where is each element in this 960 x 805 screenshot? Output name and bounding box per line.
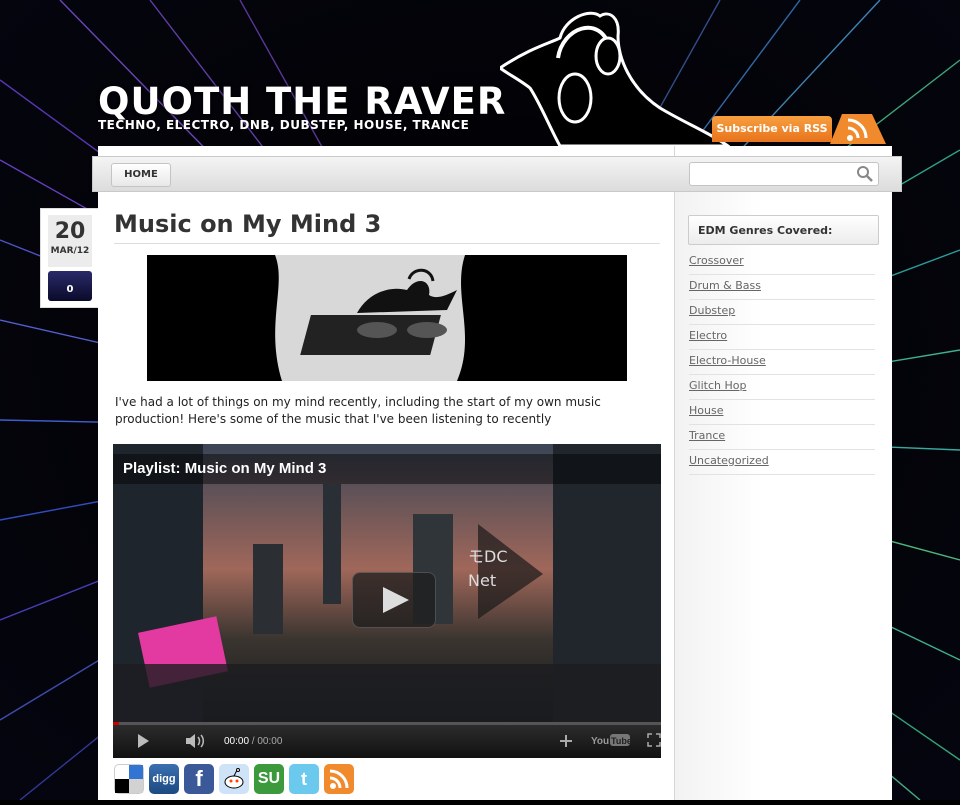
fullscreen-icon[interactable]: [647, 733, 661, 747]
delicious-icon[interactable]: [114, 764, 144, 794]
facebook-icon[interactable]: f: [184, 764, 214, 794]
category-link[interactable]: Electro-House: [689, 350, 875, 375]
main-navigation: HOME: [92, 156, 902, 192]
youtube-logo-icon[interactable]: You Tube: [591, 732, 631, 748]
video-title-bar: Playlist: Music on My Mind 3: [113, 454, 661, 484]
svg-text:モDC: モDC: [468, 547, 508, 566]
site-title[interactable]: QUOTH THE RAVER: [98, 80, 506, 123]
reddit-icon[interactable]: [219, 764, 249, 794]
play-icon: [383, 587, 409, 613]
site-tagline: TECHNO, ELECTRO, DNB, DUBSTEP, HOUSE, TR…: [98, 118, 470, 132]
stumbleupon-icon[interactable]: SU: [254, 764, 284, 794]
category-link[interactable]: Trance: [689, 425, 875, 450]
sidebar-divider: [674, 146, 675, 800]
svg-text:Net: Net: [468, 571, 496, 590]
category-link[interactable]: Crossover: [689, 250, 875, 275]
svg-text:You: You: [591, 736, 609, 747]
rss-waves: [329, 769, 349, 789]
category-link[interactable]: Dubstep: [689, 300, 875, 325]
digg-icon[interactable]: digg: [149, 764, 179, 794]
rss-large-icon: [830, 114, 886, 144]
post-title[interactable]: Music on My Mind 3: [114, 210, 381, 238]
video-progress-bar[interactable]: [113, 722, 661, 725]
post-featured-image: [147, 255, 627, 381]
widget-title-text: EDM Genres Covered:: [698, 224, 833, 237]
post-title-divider: [114, 243, 660, 244]
search-icon[interactable]: [856, 165, 874, 183]
video-control-bar: 00:00 / 00:00 You Tube: [113, 722, 661, 758]
svg-text:Tube: Tube: [611, 736, 631, 746]
video-play-overlay-button[interactable]: [352, 572, 436, 628]
youtube-video-player[interactable]: モDC Net Playlist: Music on My Mind 3 00:…: [113, 444, 661, 758]
category-link[interactable]: Electro: [689, 325, 875, 350]
category-list: Crossover Drum & Bass Dubstep Electro El…: [689, 250, 875, 475]
video-duration: 00:00: [257, 736, 283, 747]
raver-mascot-logo: [500, 11, 730, 148]
category-link[interactable]: Drum & Bass: [689, 275, 875, 300]
rss-icon[interactable]: [324, 764, 354, 794]
category-link[interactable]: Glitch Hop: [689, 375, 875, 400]
subscribe-rss-button[interactable]: Subscribe via RSS: [712, 114, 888, 144]
volume-icon[interactable]: [185, 733, 207, 749]
date-box: 20 MAR/12: [48, 215, 92, 267]
reddit-alien: [224, 768, 244, 789]
nav-home-button[interactable]: HOME: [111, 163, 171, 187]
dj-raven-illustration: [147, 255, 627, 381]
date-month-year: MAR/12: [50, 246, 90, 256]
category-link[interactable]: Uncategorized: [689, 450, 875, 475]
add-to-playlist-icon[interactable]: [559, 734, 573, 748]
subscribe-rss-label: Subscribe via RSS: [712, 116, 832, 142]
twitter-icon[interactable]: t: [289, 764, 319, 794]
video-time-display: 00:00 / 00:00: [224, 736, 282, 747]
post-date-badge: 20 MAR/12 0: [40, 208, 98, 308]
control-play-icon[interactable]: [135, 733, 151, 749]
delicious-squares: [115, 765, 143, 793]
video-title[interactable]: Playlist: Music on My Mind 3: [123, 460, 326, 477]
date-day: 20: [54, 219, 86, 244]
search-input[interactable]: [689, 162, 879, 186]
video-current-time: 00:00: [224, 736, 250, 747]
digg-label: digg: [152, 773, 176, 785]
widget-title-genres: EDM Genres Covered:: [688, 215, 879, 245]
category-link[interactable]: House: [689, 400, 875, 425]
comment-count-badge[interactable]: 0: [48, 271, 92, 301]
post-body-text: I've had a lot of things on my mind rece…: [115, 395, 601, 426]
